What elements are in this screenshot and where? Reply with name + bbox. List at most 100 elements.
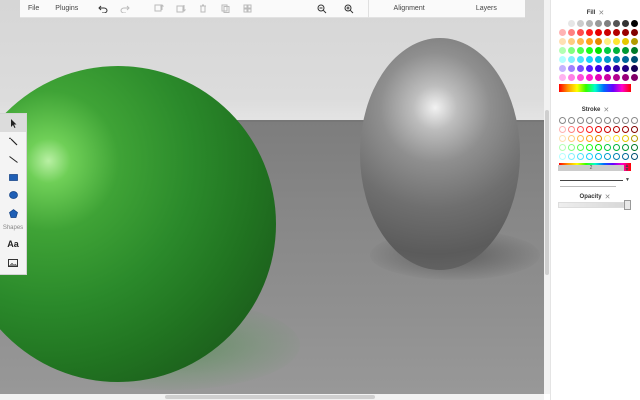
- fill-color-swatch[interactable]: [613, 38, 620, 45]
- magic-wand-tool[interactable]: [0, 132, 26, 150]
- stroke-color-swatch[interactable]: [577, 144, 584, 151]
- fill-color-swatch[interactable]: [586, 56, 593, 63]
- fill-color-swatch[interactable]: [613, 56, 620, 63]
- fill-color-swatch[interactable]: [613, 29, 620, 36]
- close-icon[interactable]: ✕: [603, 106, 609, 114]
- fill-color-swatch[interactable]: [577, 20, 584, 27]
- fill-color-swatch[interactable]: [613, 20, 620, 27]
- undo-icon[interactable]: [92, 0, 114, 18]
- stroke-color-swatch[interactable]: [568, 135, 575, 142]
- fill-color-swatch[interactable]: [622, 20, 629, 27]
- fill-color-swatch[interactable]: [622, 74, 629, 81]
- fill-color-swatch[interactable]: [631, 29, 638, 36]
- fill-color-swatch[interactable]: [577, 38, 584, 45]
- fill-color-swatch[interactable]: [568, 47, 575, 54]
- stroke-color-swatch[interactable]: [595, 144, 602, 151]
- select-tool[interactable]: [0, 114, 26, 132]
- fill-color-swatch[interactable]: [604, 47, 611, 54]
- stroke-color-swatch[interactable]: [613, 153, 620, 160]
- stroke-color-swatch[interactable]: [568, 117, 575, 124]
- stroke-color-swatch[interactable]: [604, 153, 611, 160]
- fill-color-swatch[interactable]: [604, 65, 611, 72]
- stroke-color-swatch[interactable]: [622, 126, 629, 133]
- fill-color-swatch[interactable]: [622, 56, 629, 63]
- fill-color-swatch[interactable]: [559, 29, 566, 36]
- tab-alignment[interactable]: Alignment: [370, 5, 447, 12]
- stroke-color-swatch[interactable]: [613, 126, 620, 133]
- fill-color-swatch[interactable]: [604, 38, 611, 45]
- stroke-color-swatch[interactable]: [604, 135, 611, 142]
- fill-color-swatch[interactable]: [559, 47, 566, 54]
- fill-color-swatch[interactable]: [568, 65, 575, 72]
- zoom-out-icon[interactable]: [311, 0, 332, 18]
- stroke-color-swatch[interactable]: [595, 126, 602, 133]
- close-icon[interactable]: ✕: [605, 193, 611, 201]
- ellipse-tool[interactable]: [0, 186, 26, 204]
- fill-color-swatch[interactable]: [595, 20, 602, 27]
- stroke-width-control[interactable]: 2 ▲▼: [558, 164, 630, 172]
- menu-plugins[interactable]: Plugins: [47, 5, 86, 12]
- close-icon[interactable]: ✕: [598, 9, 604, 17]
- fill-color-swatch[interactable]: [631, 56, 638, 63]
- stroke-width-slider[interactable]: 2: [558, 165, 624, 171]
- send-back-icon[interactable]: [170, 0, 192, 18]
- stroke-color-swatch[interactable]: [568, 144, 575, 151]
- fill-color-swatch[interactable]: [622, 47, 629, 54]
- fill-color-swatch[interactable]: [577, 56, 584, 63]
- fill-color-swatch[interactable]: [631, 20, 638, 27]
- fill-color-swatch[interactable]: [586, 65, 593, 72]
- fill-color-swatch[interactable]: [595, 38, 602, 45]
- image-tool[interactable]: [0, 254, 26, 272]
- fill-color-swatch[interactable]: [586, 38, 593, 45]
- opacity-slider[interactable]: [558, 202, 624, 208]
- stroke-color-swatch[interactable]: [631, 135, 638, 142]
- fill-color-swatch[interactable]: [595, 47, 602, 54]
- fill-color-swatch[interactable]: [613, 74, 620, 81]
- drawing-canvas[interactable]: [0, 0, 544, 394]
- fill-color-swatch[interactable]: [559, 56, 566, 63]
- fill-color-swatch[interactable]: [631, 38, 638, 45]
- fill-color-swatch[interactable]: [586, 29, 593, 36]
- horizontal-scroll-thumb[interactable]: [165, 395, 375, 399]
- stroke-color-swatch[interactable]: [568, 153, 575, 160]
- stroke-dash-select[interactable]: ▼: [560, 176, 630, 184]
- fill-color-swatch[interactable]: [595, 65, 602, 72]
- fill-color-swatch[interactable]: [631, 47, 638, 54]
- bring-front-icon[interactable]: [148, 0, 170, 18]
- fill-color-swatch[interactable]: [613, 47, 620, 54]
- stroke-color-swatch[interactable]: [586, 144, 593, 151]
- stroke-color-swatch[interactable]: [559, 144, 566, 151]
- text-tool[interactable]: Aa: [0, 234, 26, 254]
- stroke-color-swatch[interactable]: [622, 144, 629, 151]
- fill-color-swatch[interactable]: [568, 56, 575, 63]
- stroke-color-swatch[interactable]: [622, 117, 629, 124]
- fill-color-swatch[interactable]: [577, 29, 584, 36]
- fill-color-swatch[interactable]: [622, 38, 629, 45]
- fill-color-swatch[interactable]: [595, 29, 602, 36]
- fill-color-swatch[interactable]: [577, 47, 584, 54]
- stroke-color-swatch[interactable]: [631, 117, 638, 124]
- fill-color-swatch[interactable]: [613, 65, 620, 72]
- stroke-color-swatch[interactable]: [622, 153, 629, 160]
- fill-color-swatch[interactable]: [559, 65, 566, 72]
- stroke-color-swatch[interactable]: [613, 135, 620, 142]
- fill-color-swatch[interactable]: [568, 29, 575, 36]
- stroke-color-swatch[interactable]: [631, 153, 638, 160]
- fill-color-swatch[interactable]: [577, 65, 584, 72]
- fill-color-swatch[interactable]: [586, 74, 593, 81]
- stroke-color-swatch[interactable]: [577, 153, 584, 160]
- stroke-color-swatch[interactable]: [559, 126, 566, 133]
- fill-color-swatch[interactable]: [586, 47, 593, 54]
- stroke-color-swatch[interactable]: [559, 135, 566, 142]
- fill-color-swatch[interactable]: [559, 20, 566, 27]
- fill-color-swatch[interactable]: [577, 74, 584, 81]
- fill-color-swatch[interactable]: [604, 74, 611, 81]
- fill-color-swatch[interactable]: [595, 74, 602, 81]
- stroke-color-swatch[interactable]: [595, 135, 602, 142]
- opacity-slider-handle[interactable]: [624, 200, 631, 210]
- copy-icon[interactable]: [214, 0, 236, 18]
- stroke-color-swatch[interactable]: [577, 117, 584, 124]
- fill-color-swatch[interactable]: [568, 20, 575, 27]
- stroke-color-swatch[interactable]: [586, 135, 593, 142]
- stroke-width-stepper[interactable]: ▲▼: [624, 164, 630, 172]
